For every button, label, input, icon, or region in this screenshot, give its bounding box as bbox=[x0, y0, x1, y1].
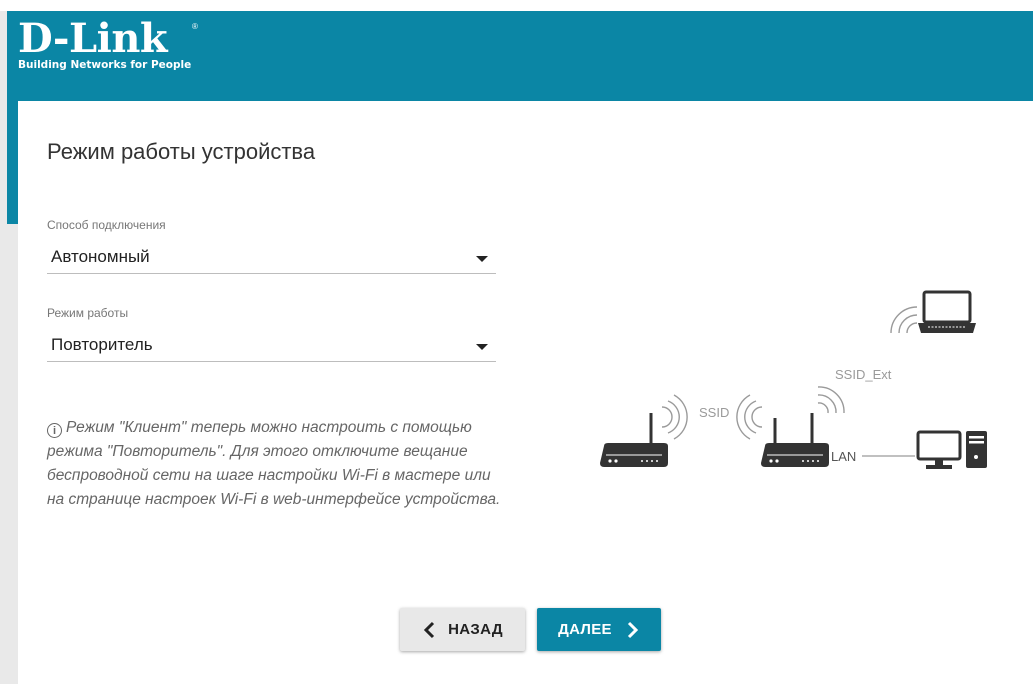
ssid-label: SSID bbox=[699, 405, 729, 420]
router-icon bbox=[600, 413, 668, 467]
lan-label: LAN bbox=[831, 449, 856, 464]
router-icon bbox=[761, 413, 829, 467]
repeater-diagram: SSID SSID_Ext LAN bbox=[600, 290, 987, 469]
wifi-signal-icon bbox=[817, 386, 845, 414]
wifi-signal-icon bbox=[736, 394, 763, 440]
laptop-icon bbox=[918, 290, 976, 333]
desktop-computer-icon bbox=[916, 430, 987, 469]
wifi-signal-icon bbox=[890, 306, 918, 334]
ssid-ext-label: SSID_Ext bbox=[835, 367, 892, 382]
wifi-signal-icon bbox=[661, 394, 688, 440]
